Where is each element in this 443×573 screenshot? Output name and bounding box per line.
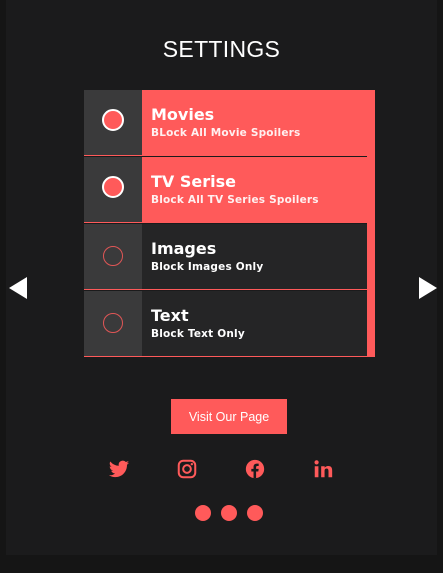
linkedin-icon[interactable] — [312, 458, 334, 480]
option-subtitle: Block All TV Series Spoilers — [151, 194, 319, 207]
radio-cell — [84, 291, 142, 356]
page-title: SETTINGS — [162, 36, 281, 62]
option-content: Images Block Images Only — [142, 224, 367, 289]
option-title: Text — [151, 305, 189, 325]
option-movies[interactable]: Movies BLock All Movie Spoilers — [84, 90, 375, 156]
twitter-icon[interactable] — [108, 458, 130, 480]
option-text[interactable]: Text Block Text Only — [84, 291, 367, 357]
radio-unselected-icon[interactable] — [103, 313, 123, 333]
radio-selected-icon[interactable] — [102, 176, 124, 198]
settings-panel: SETTINGS Movies BLock All Movie Spoilers… — [6, 0, 437, 555]
radio-cell — [84, 224, 142, 289]
option-content: Movies BLock All Movie Spoilers — [142, 90, 375, 155]
visit-page-button[interactable]: Visit Our Page — [171, 399, 287, 434]
option-title: TV Serise — [151, 171, 236, 191]
option-subtitle: Block Text Only — [151, 328, 245, 341]
pager-dot[interactable] — [195, 505, 211, 521]
options-list: Movies BLock All Movie Spoilers TV Seris… — [84, 90, 375, 357]
option-content: Text Block Text Only — [142, 291, 367, 356]
option-tv-series[interactable]: TV Serise Block All TV Series Spoilers — [84, 157, 375, 223]
option-subtitle: BLock All Movie Spoilers — [151, 127, 301, 140]
option-title: Movies — [151, 104, 215, 124]
facebook-icon[interactable] — [244, 458, 266, 480]
pager-dot[interactable] — [221, 505, 237, 521]
pager-dots — [195, 505, 263, 521]
instagram-icon[interactable] — [176, 458, 198, 480]
radio-selected-icon[interactable] — [102, 109, 124, 131]
radio-unselected-icon[interactable] — [103, 246, 123, 266]
pager-dot[interactable] — [247, 505, 263, 521]
option-content: TV Serise Block All TV Series Spoilers — [142, 157, 375, 222]
triangle-left-icon[interactable] — [9, 277, 27, 299]
option-title: Images — [151, 238, 217, 258]
triangle-right-icon[interactable] — [419, 277, 437, 299]
radio-cell — [84, 90, 142, 155]
option-subtitle: Block Images Only — [151, 261, 264, 274]
option-images[interactable]: Images Block Images Only — [84, 224, 367, 290]
radio-cell — [84, 157, 142, 222]
